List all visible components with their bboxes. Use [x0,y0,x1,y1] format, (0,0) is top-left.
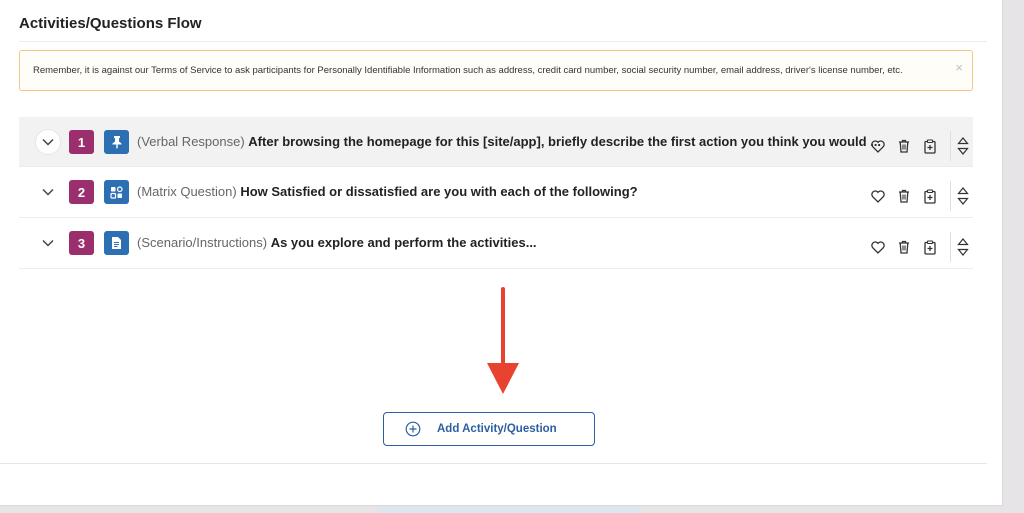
close-icon[interactable]: × [955,61,963,74]
activity-text: (Verbal Response) After browsing the hom… [137,134,881,149]
row-actions [870,131,971,161]
activity-list: 1 (Verbal Response) After browsing the h… [19,117,973,269]
trash-icon[interactable] [896,138,912,154]
reorder-icon[interactable] [955,233,971,261]
chevron-down-icon[interactable] [36,180,60,204]
add-activity-button[interactable]: Add Activity/Question [383,412,595,446]
clipboard-add-icon[interactable] [922,138,938,154]
pin-icon [104,130,129,154]
activity-title: As you explore and perform the activitie… [270,235,537,250]
heart-icon[interactable] [870,188,886,204]
document-icon [104,231,129,255]
chevron-down-icon[interactable] [36,130,60,154]
activity-title: How Satisfied or dissatisfied are you wi… [240,184,638,199]
activities-panel: Activities/Questions Flow Remember, it i… [0,0,1003,506]
row-actions [870,232,971,262]
divider [950,131,951,161]
matrix-icon [104,180,129,204]
heart-icon[interactable] [870,138,886,154]
divider [950,232,951,262]
notice-text: Remember, it is against our Terms of Ser… [33,65,903,76]
annotation-arrow-icon [487,287,519,394]
background-strip [380,506,640,513]
activity-row[interactable]: 2 (Matrix Question) How Satisfied or dis… [19,167,973,218]
activity-number-badge: 3 [69,231,94,255]
add-activity-label: Add Activity/Question [437,423,557,435]
activity-number-badge: 1 [69,130,94,154]
row-actions [870,181,971,211]
clipboard-add-icon[interactable] [922,239,938,255]
clipboard-add-icon[interactable] [922,188,938,204]
pii-notice-banner: Remember, it is against our Terms of Ser… [19,50,973,91]
trash-icon[interactable] [896,239,912,255]
activity-row[interactable]: 3 (Scenario/Instructions) As you explore… [19,218,973,269]
reorder-icon[interactable] [955,182,971,210]
activity-type: (Verbal Response) [137,134,245,149]
activity-row[interactable]: 1 (Verbal Response) After browsing the h… [19,117,973,167]
chevron-down-icon[interactable] [36,231,60,255]
divider [0,463,987,464]
activity-type: (Matrix Question) [137,184,237,199]
heart-icon[interactable] [870,239,886,255]
activity-text: (Matrix Question) How Satisfied or dissa… [137,184,638,199]
activity-number-badge: 2 [69,180,94,204]
reorder-icon[interactable] [955,132,971,160]
section-title: Activities/Questions Flow [19,15,202,32]
divider [19,41,987,42]
activity-type: (Scenario/Instructions) [137,235,268,250]
activity-text: (Scenario/Instructions) As you explore a… [137,235,537,250]
plus-circle-icon [405,421,421,437]
divider [950,181,951,211]
trash-icon[interactable] [896,188,912,204]
activity-title: After browsing the homepage for this [si… [248,134,882,149]
